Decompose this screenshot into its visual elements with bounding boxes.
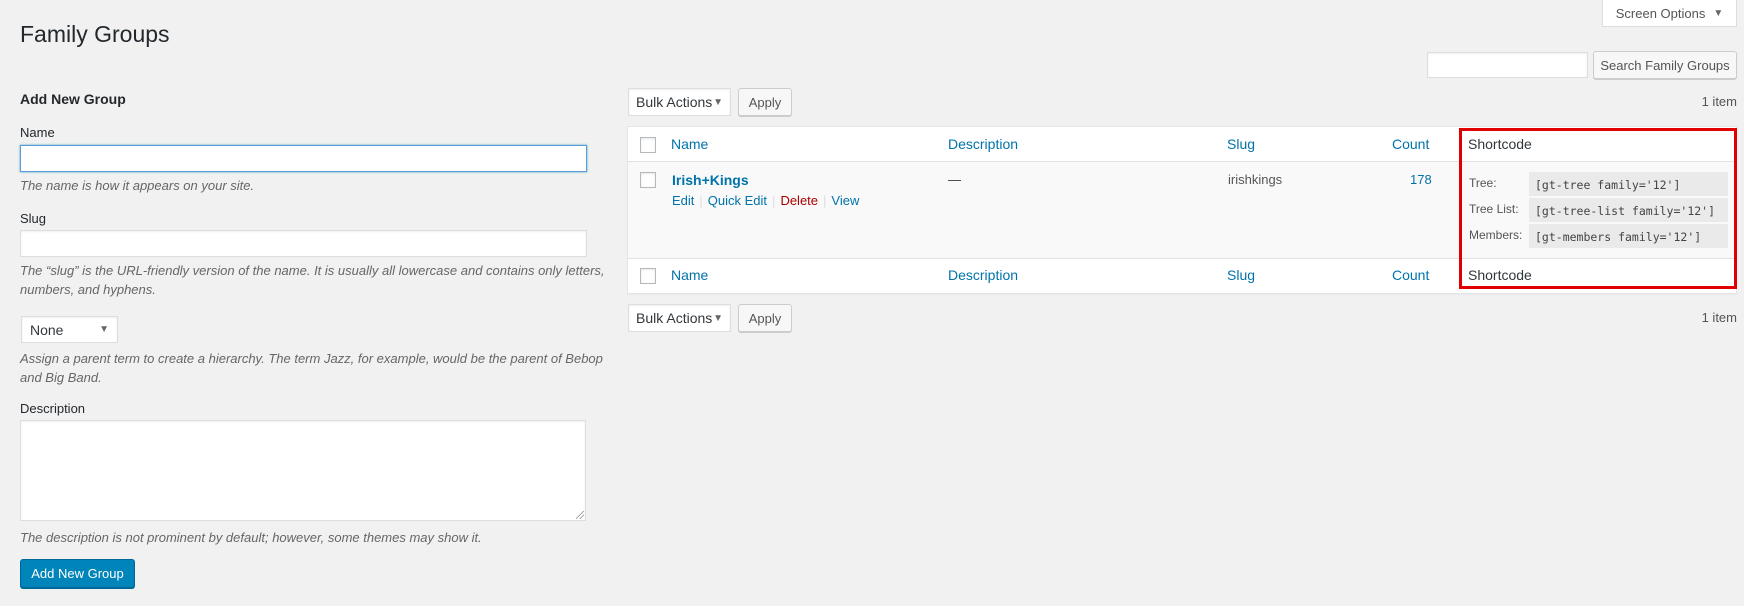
column-header-count[interactable]: Count: [1392, 136, 1429, 152]
slug-input[interactable]: [20, 230, 587, 257]
shortcode-code-tree[interactable]: [gt-tree family='12']: [1529, 172, 1728, 196]
description-help: The description is not prominent by defa…: [20, 530, 482, 545]
table-row: Irish+Kings Edit | Quick Edit | Delete |…: [628, 162, 1736, 258]
parent-help: Assign a parent term to create a hierarc…: [20, 351, 603, 385]
resize-handle-icon[interactable]: [576, 511, 584, 519]
screen-options-button[interactable]: Screen Options ▼: [1602, 0, 1737, 27]
row-description: —: [948, 172, 961, 187]
description-label: Description: [20, 401, 86, 416]
name-help: The name is how it appears on your site.: [20, 178, 255, 193]
separator: |: [772, 193, 776, 208]
shortcode-code-tree-list[interactable]: [gt-tree-list family='12']: [1529, 198, 1728, 222]
column-header-description[interactable]: Description: [948, 136, 1018, 152]
row-checkbox[interactable]: [640, 172, 656, 188]
table-header-row: Name Description Slug Count Shortcode: [628, 127, 1736, 162]
delete-link[interactable]: Delete: [780, 193, 818, 208]
shortcode-code-members[interactable]: [gt-members family='12']: [1529, 224, 1728, 248]
column-footer-description[interactable]: Description: [948, 267, 1018, 283]
family-groups-table: Name Description Slug Count Shortcode Ir…: [627, 126, 1737, 294]
bulk-actions-value: Bulk Actions: [636, 94, 713, 110]
add-new-group-button[interactable]: Add New Group: [20, 559, 135, 588]
column-footer-slug[interactable]: Slug: [1227, 267, 1255, 283]
view-link[interactable]: View: [831, 193, 859, 208]
bulk-actions-value: Bulk Actions: [636, 310, 713, 326]
apply-button-bottom[interactable]: Apply: [738, 304, 792, 332]
bulk-actions-select-bottom[interactable]: Bulk Actions ▼: [628, 304, 731, 332]
description-textarea[interactable]: [20, 420, 586, 521]
column-header-name[interactable]: Name: [671, 136, 708, 152]
row-slug: irishkings: [1228, 172, 1283, 187]
add-new-group-heading: Add New Group: [20, 91, 126, 107]
item-count-top: 1 item: [1701, 94, 1737, 109]
parent-select-value: None: [30, 321, 64, 338]
shortcode-label-tree-list: Tree List:: [1469, 202, 1519, 216]
separator: |: [699, 193, 703, 208]
item-count-bottom: 1 item: [1701, 310, 1737, 325]
page-title: Family Groups: [20, 21, 170, 47]
caret-down-icon: ▼: [713, 96, 723, 108]
column-footer-count[interactable]: Count: [1392, 267, 1429, 283]
select-all-checkbox-footer[interactable]: [640, 268, 656, 284]
screen-options-label: Screen Options: [1615, 5, 1706, 21]
caret-down-icon: ▼: [99, 324, 109, 335]
table-footer-row: Name Description Slug Count Shortcode: [628, 258, 1736, 293]
shortcode-label-members: Members:: [1469, 228, 1523, 242]
bulk-actions-select-top[interactable]: Bulk Actions ▼: [628, 88, 731, 116]
quick-edit-link[interactable]: Quick Edit: [708, 193, 767, 208]
search-input[interactable]: [1427, 52, 1588, 78]
caret-down-icon: ▼: [713, 312, 723, 324]
row-count-link[interactable]: 178: [1410, 172, 1432, 187]
column-footer-name[interactable]: Name: [671, 267, 708, 283]
column-header-slug[interactable]: Slug: [1227, 136, 1255, 152]
edit-link[interactable]: Edit: [672, 193, 694, 208]
parent-select[interactable]: None ▼: [21, 316, 118, 343]
shortcode-label-tree: Tree:: [1469, 176, 1497, 190]
separator: |: [823, 193, 827, 208]
select-all-checkbox[interactable]: [640, 137, 656, 153]
slug-help: The “slug” is the URL-friendly version o…: [20, 263, 605, 297]
name-label: Name: [20, 125, 55, 140]
slug-label: Slug: [20, 211, 47, 226]
column-header-shortcode: Shortcode: [1468, 136, 1532, 152]
row-name-link[interactable]: Irish+Kings: [672, 172, 749, 188]
apply-button-top[interactable]: Apply: [738, 88, 792, 116]
caret-down-icon: ▼: [1713, 7, 1724, 19]
search-button[interactable]: Search Family Groups: [1593, 51, 1737, 79]
name-input[interactable]: [20, 145, 587, 172]
column-footer-shortcode: Shortcode: [1468, 267, 1532, 283]
row-actions: Edit | Quick Edit | Delete | View: [672, 193, 859, 208]
